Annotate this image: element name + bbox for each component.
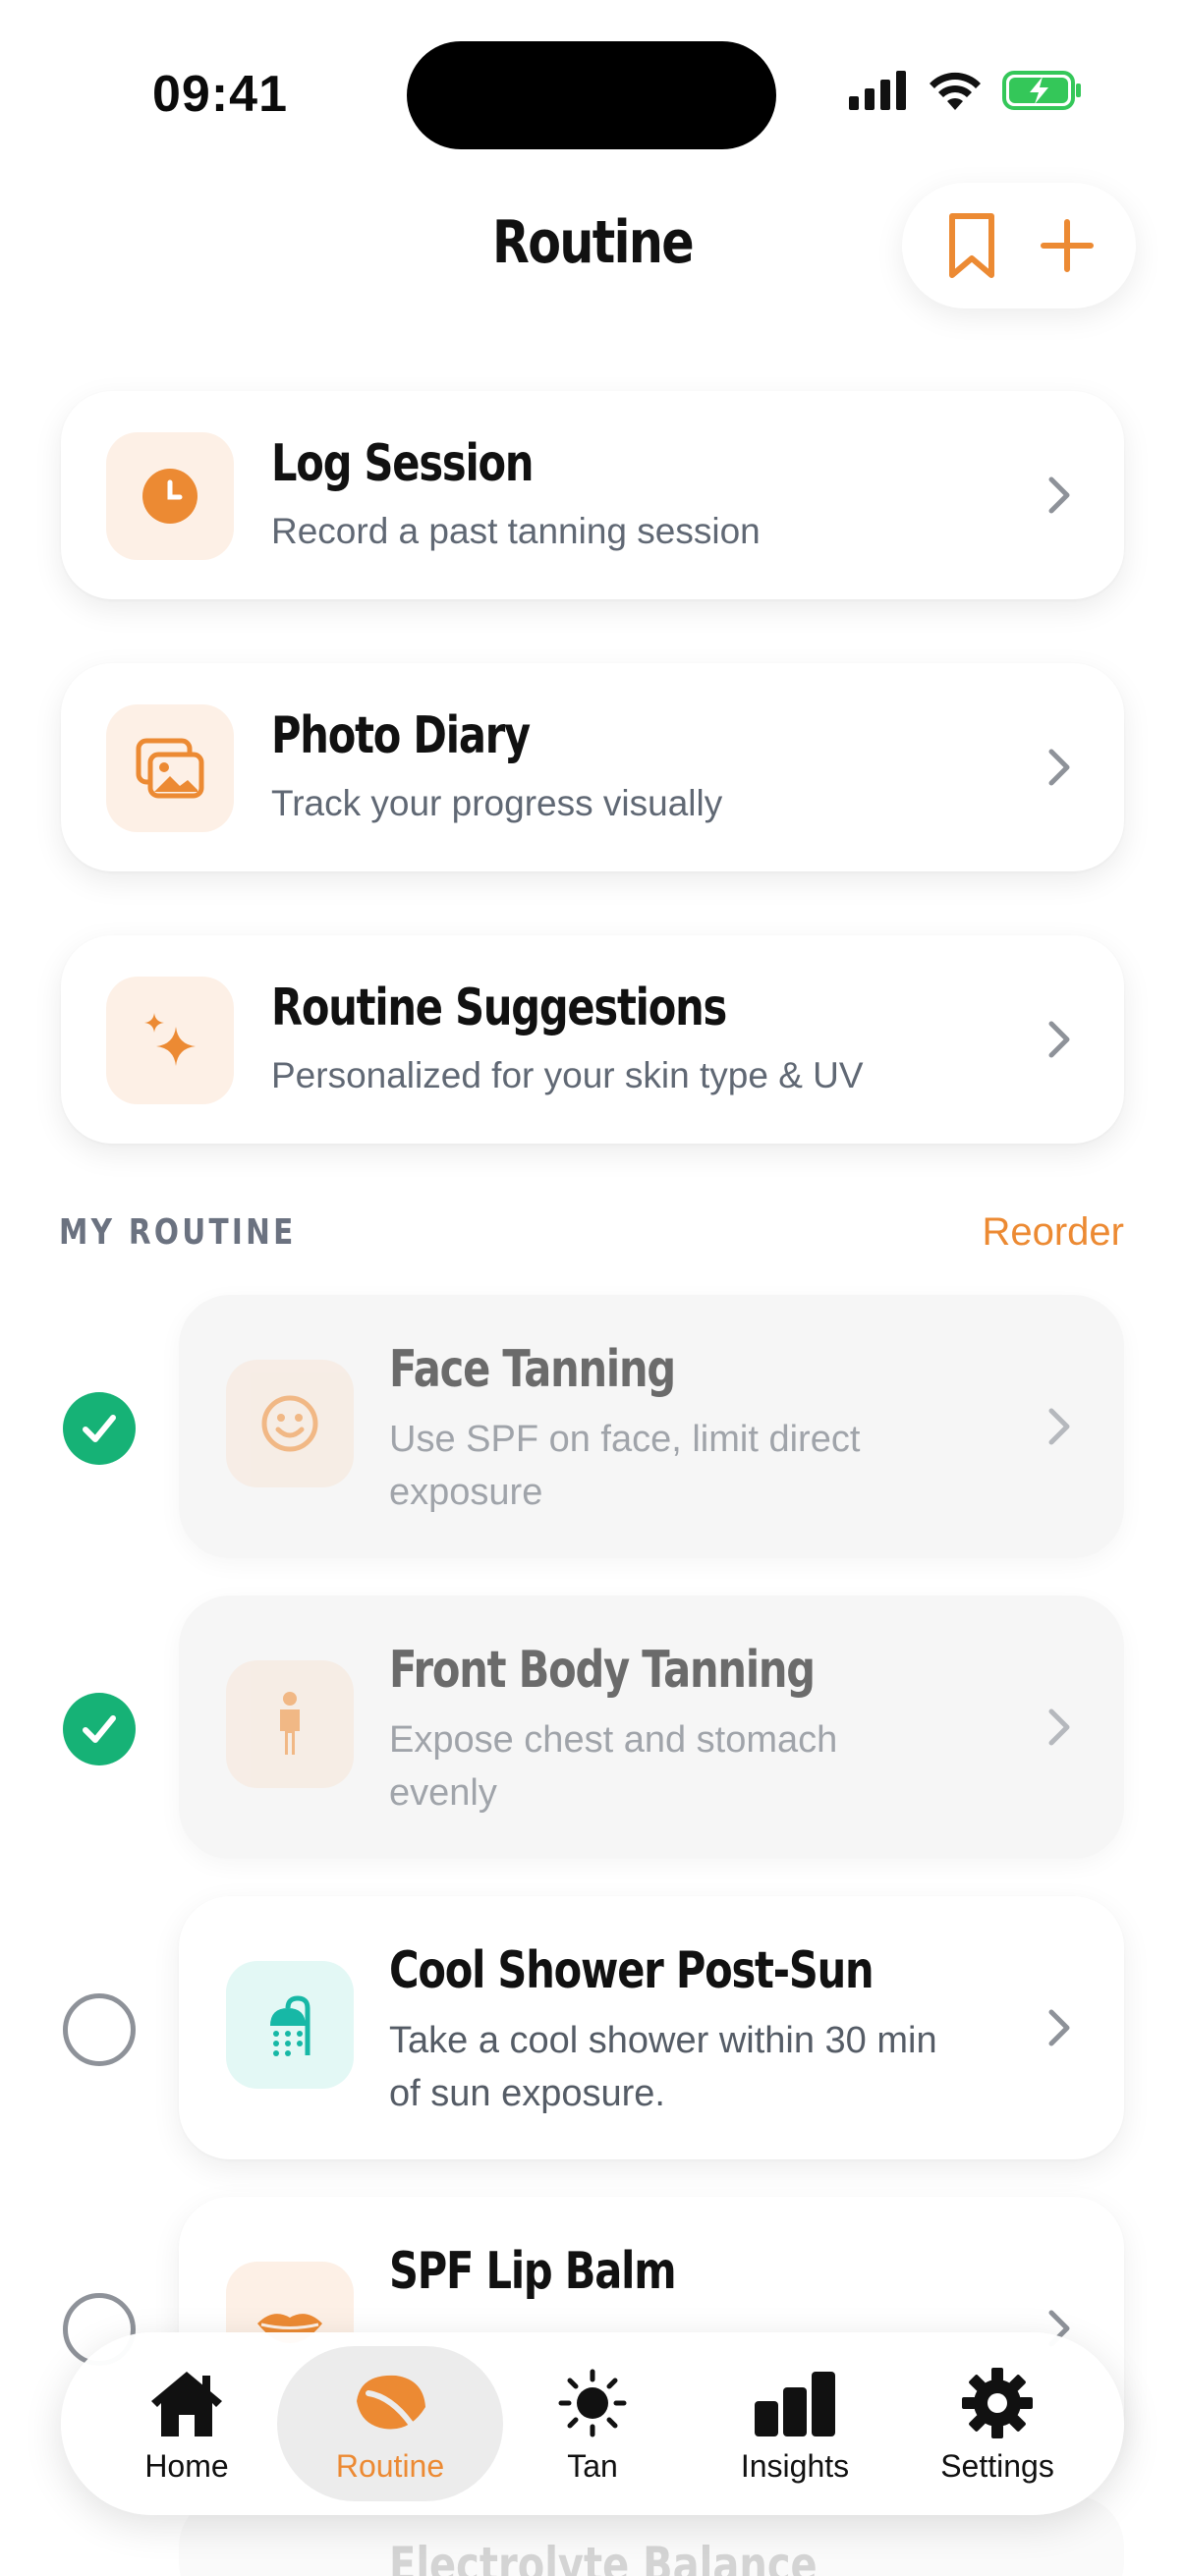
status-icons	[849, 71, 1083, 110]
card-title: Log Session	[271, 434, 534, 493]
routine-item[interactable]: Cool Shower Post-Sun Take a cool shower …	[179, 1896, 1124, 2159]
routine-item-title: SPF Lip Balm	[389, 2242, 677, 2301]
log-session-card[interactable]: Log Session Record a past tanning sessio…	[61, 391, 1124, 599]
tab-label: Home	[144, 2448, 229, 2484]
person-icon	[280, 1692, 300, 1755]
bookmark-icon	[948, 213, 994, 278]
chevron-right-icon	[1048, 2009, 1070, 2046]
routine-item-subtitle: Take a cool shower within 30 min of sun …	[389, 2020, 937, 2114]
tab-label: Insights	[740, 2448, 850, 2484]
leaf-icon	[357, 2375, 425, 2434]
log-session-icon-box	[106, 432, 234, 560]
routine-suggestions-icon-box	[106, 977, 234, 1104]
chevron-right-icon	[1048, 476, 1070, 514]
bookmark-button[interactable]	[932, 206, 1011, 285]
photos-icon	[136, 738, 204, 799]
tab-label: Routine	[335, 2448, 445, 2484]
bar-chart-icon	[755, 2372, 835, 2436]
routine-item-icon-box	[226, 1360, 354, 1487]
plus-icon	[1040, 219, 1094, 272]
reorder-button[interactable]: Reorder	[982, 1210, 1124, 1255]
chevron-right-icon	[1048, 1408, 1070, 1445]
tab-tan[interactable]: Tan	[494, 2346, 691, 2501]
smiley-face-icon	[261, 1395, 318, 1452]
tab-settings[interactable]: Settings	[899, 2346, 1096, 2501]
tab-label: Tan	[567, 2448, 618, 2484]
photo-diary-card[interactable]: Photo Diary Track your progress visually	[61, 663, 1124, 871]
chevron-right-icon	[1048, 749, 1070, 786]
incomplete-checkbox[interactable]	[63, 1993, 136, 2066]
chevron-right-icon	[1048, 1021, 1070, 1058]
tab-insights[interactable]: Insights	[697, 2346, 893, 2501]
routine-item-title: Front Body Tanning	[389, 1641, 816, 1700]
routine-item-icon-box	[226, 1961, 354, 2089]
card-subtitle: Personalized for your skin type & UV	[271, 1055, 864, 1095]
routine-suggestions-card[interactable]: Routine Suggestions Personalized for you…	[61, 935, 1124, 1144]
section-label: MY ROUTINE	[59, 1212, 297, 1253]
routine-item-title: Face Tanning	[389, 1340, 676, 1399]
photo-diary-icon-box	[106, 704, 234, 832]
cellular-signal-icon	[849, 71, 906, 110]
routine-item[interactable]: Face Tanning Use SPF on face, limit dire…	[179, 1295, 1124, 1558]
gear-icon	[962, 2368, 1033, 2438]
routine-item-subtitle: Expose chest and stomach evenly	[389, 1719, 838, 1814]
routine-item[interactable]: Front Body Tanning Expose chest and stom…	[179, 1596, 1124, 1859]
routine-item-title: Electrolyte Balance	[389, 2537, 818, 2576]
completed-checkmark[interactable]	[63, 1392, 136, 1465]
checkmark-icon	[83, 1715, 116, 1743]
tab-home[interactable]: Home	[88, 2346, 285, 2501]
tab-routine[interactable]: Routine	[277, 2346, 503, 2501]
status-time: 09:41	[152, 66, 288, 123]
tab-label: Settings	[940, 2448, 1054, 2484]
chevron-right-icon	[1048, 1708, 1070, 1746]
sun-icon	[558, 2369, 627, 2437]
header-actions	[902, 183, 1136, 308]
card-title: Photo Diary	[271, 706, 531, 765]
clock-icon	[142, 469, 198, 524]
wifi-icon	[930, 72, 981, 110]
routine-item-title: Cool Shower Post-Sun	[389, 1941, 875, 2000]
add-button[interactable]	[1028, 206, 1106, 285]
completed-checkmark[interactable]	[63, 1693, 136, 1765]
sparkles-icon	[144, 1013, 196, 1066]
card-subtitle: Track your progress visually	[271, 783, 723, 823]
routine-item-icon-box	[226, 1660, 354, 1788]
battery-charging-icon	[1002, 71, 1081, 110]
tab-bar: Home Routine Tan Insights Settings	[61, 2332, 1124, 2515]
routine-item-subtitle: Use SPF on face, limit direct exposure	[389, 1419, 861, 1513]
shower-icon	[270, 1995, 310, 2056]
checkmark-icon	[83, 1415, 116, 1442]
dynamic-island	[407, 41, 776, 149]
card-title: Routine Suggestions	[271, 979, 727, 1037]
house-icon	[151, 2372, 222, 2436]
card-subtitle: Record a past tanning session	[271, 511, 761, 551]
